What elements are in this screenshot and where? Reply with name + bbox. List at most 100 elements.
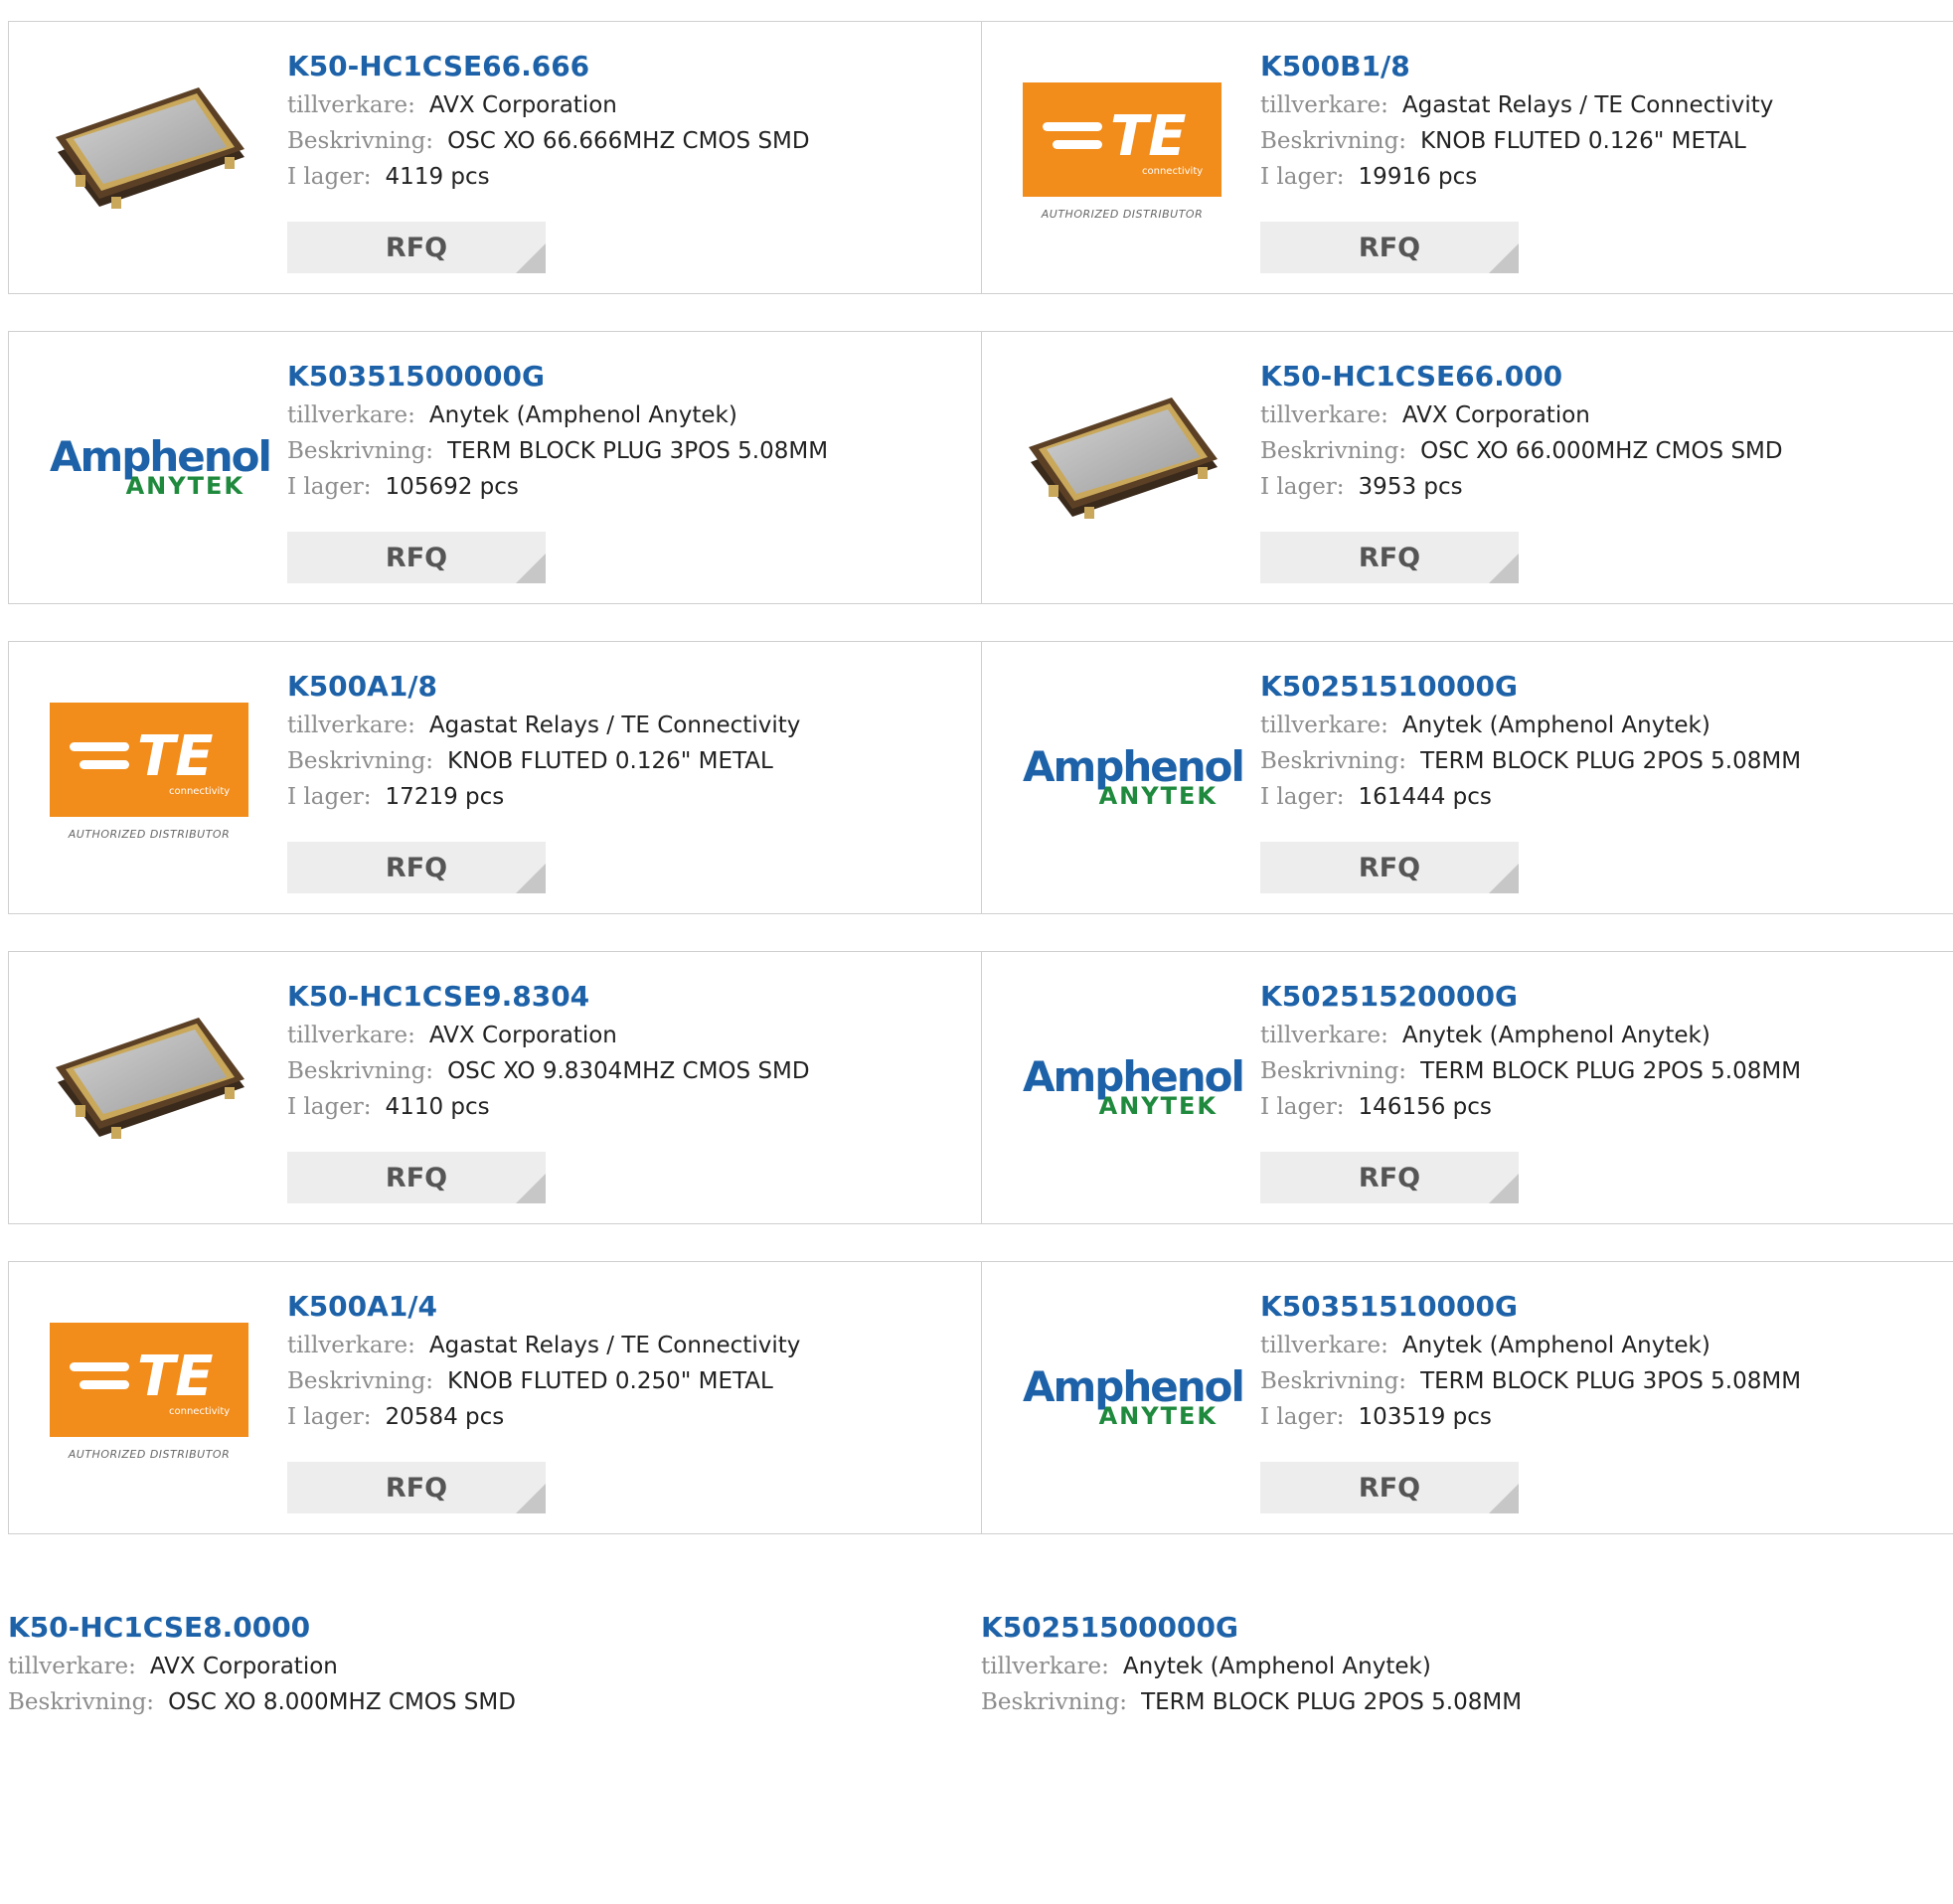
rfq-button[interactable]: RFQ: [287, 532, 546, 583]
product-part-number-link[interactable]: K500A1/4: [287, 1290, 961, 1324]
description-value: TERM BLOCK PLUG 2POS 5.08MM: [1141, 1689, 1523, 1715]
manufacturer-row: tillverkare: AVX Corporation: [8, 1649, 962, 1684]
product-image[interactable]: TE connectivity AUTHORIZED DISTRIBUTOR: [50, 678, 248, 876]
corner-triangle-icon: [516, 1484, 546, 1513]
manufacturer-label: tillverkare:: [287, 402, 415, 428]
manufacturer-value: AVX Corporation: [428, 1023, 617, 1048]
description-label: Beskrivning:: [1260, 748, 1407, 774]
rfq-button[interactable]: RFQ: [1260, 842, 1519, 893]
manufacturer-row: tillverkare: Anytek (Amphenol Anytek): [1260, 708, 1934, 743]
product-info: K50351500000G tillverkare: Anytek (Amphen…: [287, 360, 961, 505]
stock-row: I lager: 19916 pcs: [1260, 159, 1934, 195]
description-label: Beskrivning:: [1260, 128, 1407, 154]
product-image[interactable]: TE connectivity AUTHORIZED DISTRIBUTOR: [50, 1298, 248, 1497]
product-image[interactable]: Amphenol ANYTEK: [50, 368, 272, 566]
product-part-number-link[interactable]: K500A1/8: [287, 670, 961, 704]
product-image[interactable]: [50, 988, 248, 1187]
description-value: TERM BLOCK PLUG 2POS 5.08MM: [1420, 748, 1802, 774]
product-info: K50251500000G tillverkare: Anytek (Amphen…: [981, 1611, 1935, 1720]
rfq-button[interactable]: RFQ: [287, 1152, 546, 1203]
description-value: KNOB FLUTED 0.126" METAL: [447, 748, 773, 774]
manufacturer-row: tillverkare: AVX Corporation: [287, 1018, 961, 1053]
oscillator-icon: [1029, 397, 1218, 519]
product-image[interactable]: Amphenol ANYTEK: [1023, 678, 1245, 876]
manufacturer-row: tillverkare: AVX Corporation: [287, 87, 961, 123]
product-part-number-link[interactable]: K50-HC1CSE66.666: [287, 50, 961, 83]
rfq-button[interactable]: RFQ: [1260, 1152, 1519, 1203]
product-info: K500A1/4 tillverkare: Agastat Relays / TE…: [287, 1290, 961, 1435]
manufacturer-label: tillverkare:: [287, 1023, 415, 1048]
stock-value: 17219 pcs: [385, 784, 505, 810]
product-part-number-link[interactable]: K50351510000G: [1260, 1290, 1934, 1324]
product-info: K50-HC1CSE8.0000 tillverkare: AVX Corpora…: [8, 1611, 962, 1720]
corner-triangle-icon: [516, 1174, 546, 1203]
rfq-button-label: RFQ: [385, 1162, 448, 1193]
product-info: K50351510000G tillverkare: Anytek (Amphen…: [1260, 1290, 1934, 1435]
product-card: K50-HC1CSE66.666 tillverkare: AVX Corpora…: [8, 21, 982, 294]
rfq-button[interactable]: RFQ: [1260, 1462, 1519, 1513]
product-part-number-link[interactable]: K50251520000G: [1260, 980, 1934, 1014]
stock-label: I lager:: [1260, 1404, 1345, 1430]
product-part-number-link[interactable]: K50-HC1CSE9.8304: [287, 980, 961, 1014]
product-card: Amphenol ANYTEK K50351500000G tillverkar…: [8, 331, 982, 604]
product-part-number-link[interactable]: K500B1/8: [1260, 50, 1934, 83]
description-value: OSC XO 66.000MHZ CMOS SMD: [1420, 438, 1783, 464]
rfq-button-label: RFQ: [1358, 1472, 1421, 1504]
manufacturer-label: tillverkare:: [1260, 92, 1388, 118]
description-label: Beskrivning:: [287, 1058, 434, 1084]
product-image[interactable]: [50, 58, 248, 256]
manufacturer-row: tillverkare: Anytek (Amphenol Anytek): [287, 397, 961, 433]
stock-value: 105692 pcs: [385, 474, 519, 500]
rfq-button-label: RFQ: [1358, 1162, 1421, 1193]
description-label: Beskrivning:: [981, 1689, 1128, 1715]
product-card: Amphenol ANYTEK K50251510000G tillverkar…: [981, 641, 1953, 914]
product-card: TE connectivity AUTHORIZED DISTRIBUTOR K…: [8, 1261, 982, 1534]
description-row: Beskrivning: OSC XO 66.666MHZ CMOS SMD: [287, 123, 961, 159]
product-part-number-link[interactable]: K50-HC1CSE8.0000: [8, 1611, 962, 1645]
product-card: K50-HC1CSE66.000 tillverkare: AVX Corpora…: [981, 331, 1953, 604]
product-info: K500B1/8 tillverkare: Agastat Relays / TE…: [1260, 50, 1934, 195]
rfq-button[interactable]: RFQ: [287, 222, 546, 273]
stock-label: I lager:: [287, 164, 372, 190]
manufacturer-value: Anytek (Amphenol Anytek): [1122, 1654, 1431, 1679]
description-label: Beskrivning:: [1260, 438, 1407, 464]
product-image[interactable]: Amphenol ANYTEK: [1023, 1298, 1245, 1497]
rfq-button[interactable]: RFQ: [287, 842, 546, 893]
product-part-number-link[interactable]: K50251500000G: [981, 1611, 1935, 1645]
product-part-number-link[interactable]: K50351500000G: [287, 360, 961, 394]
product-info: K50251510000G tillverkare: Anytek (Amphen…: [1260, 670, 1934, 815]
manufacturer-value: Anytek (Amphenol Anytek): [428, 402, 737, 428]
manufacturer-value: Anytek (Amphenol Anytek): [1401, 1023, 1710, 1048]
rfq-button-label: RFQ: [385, 232, 448, 263]
product-card: TE connectivity AUTHORIZED DISTRIBUTOR K…: [981, 21, 1953, 294]
stock-row: I lager: 4119 pcs: [287, 159, 961, 195]
manufacturer-row: tillverkare: Anytek (Amphenol Anytek): [1260, 1018, 1934, 1053]
description-row: Beskrivning: KNOB FLUTED 0.250" METAL: [287, 1363, 961, 1399]
description-label: Beskrivning:: [8, 1689, 155, 1715]
corner-triangle-icon: [1489, 243, 1519, 273]
stock-value: 20584 pcs: [385, 1404, 505, 1430]
manufacturer-label: tillverkare:: [1260, 1023, 1388, 1048]
product-image[interactable]: TE connectivity AUTHORIZED DISTRIBUTOR: [1023, 58, 1221, 256]
stock-value: 4110 pcs: [385, 1094, 490, 1120]
rfq-button[interactable]: RFQ: [1260, 222, 1519, 273]
oscillator-icon: [56, 1018, 244, 1139]
product-part-number-link[interactable]: K50-HC1CSE66.000: [1260, 360, 1934, 394]
description-value: TERM BLOCK PLUG 2POS 5.08MM: [1420, 1058, 1802, 1084]
product-part-number-link[interactable]: K50251510000G: [1260, 670, 1934, 704]
stock-label: I lager:: [287, 784, 372, 810]
product-image[interactable]: Amphenol ANYTEK: [1023, 988, 1245, 1187]
description-value: TERM BLOCK PLUG 3POS 5.08MM: [447, 438, 829, 464]
description-label: Beskrivning:: [287, 748, 434, 774]
product-info: K50-HC1CSE66.666 tillverkare: AVX Corpora…: [287, 50, 961, 195]
product-image[interactable]: [1023, 368, 1221, 566]
rfq-button[interactable]: RFQ: [1260, 532, 1519, 583]
product-card: K50-HC1CSE8.0000 tillverkare: AVX Corpora…: [8, 1571, 982, 1904]
description-value: TERM BLOCK PLUG 3POS 5.08MM: [1420, 1368, 1802, 1394]
rfq-button[interactable]: RFQ: [287, 1462, 546, 1513]
amphenol-anytek-logo-icon: Amphenol ANYTEK: [50, 432, 272, 500]
description-row: Beskrivning: TERM BLOCK PLUG 3POS 5.08MM: [287, 433, 961, 469]
product-card: TE connectivity AUTHORIZED DISTRIBUTOR K…: [8, 641, 982, 914]
manufacturer-row: tillverkare: Agastat Relays / TE Connecti…: [287, 1328, 961, 1363]
stock-value: 146156 pcs: [1358, 1094, 1492, 1120]
